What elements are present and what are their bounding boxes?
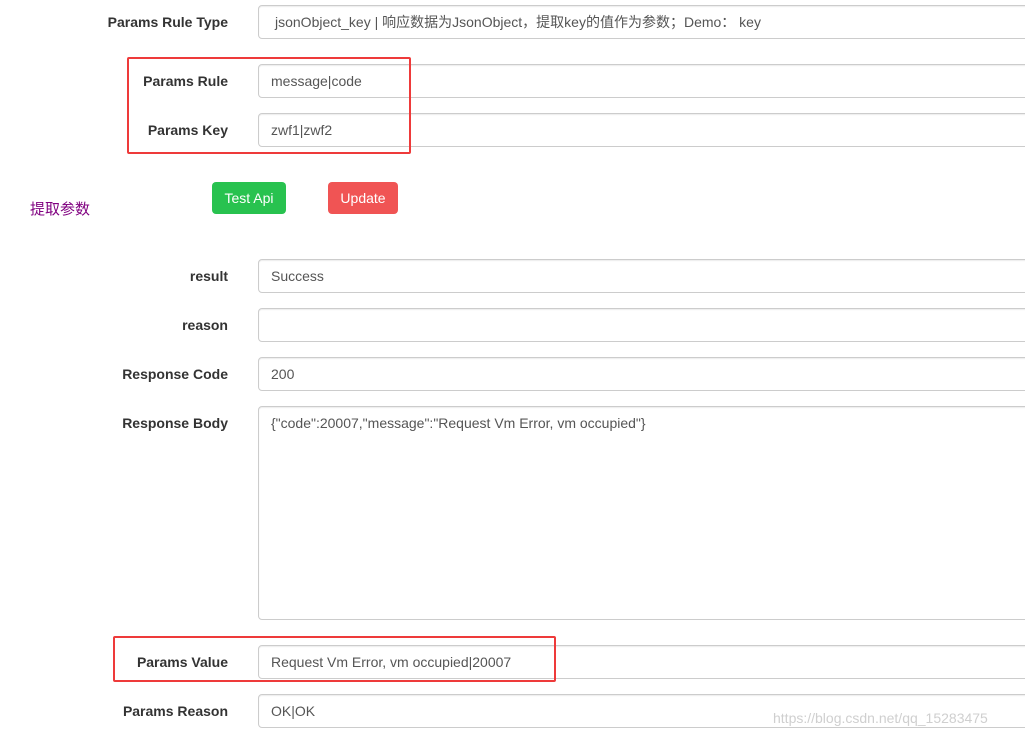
response-code-input[interactable]: 200 [258, 357, 1025, 391]
params-rule-row: Params Rule message|code [0, 64, 1025, 98]
params-key-label: Params Key [147, 122, 228, 138]
result-row: result Success [0, 259, 1025, 293]
params-rule-type-label: Params Rule Type [107, 14, 228, 30]
reason-label: reason [182, 317, 228, 333]
reason-row: reason [0, 308, 1025, 342]
params-key-input[interactable]: zwf1|zwf2 [258, 113, 1025, 147]
params-rule-type-row: Params Rule Type jsonObject_key | 响应数据为J… [0, 5, 1025, 39]
result-label: result [189, 268, 228, 284]
extract-params-note: 提取参数 [30, 200, 91, 218]
params-value-label: Params Value [136, 654, 228, 670]
params-rule-type-select[interactable]: jsonObject_key | 响应数据为JsonObject，提取key的值… [258, 5, 1025, 39]
params-key-row: Params Key zwf1|zwf2 [0, 113, 1025, 147]
params-rule-label: Params Rule [143, 73, 228, 89]
response-code-row: Response Code 200 [0, 357, 1025, 391]
params-value-input[interactable]: Request Vm Error, vm occupied|20007 [258, 645, 1025, 679]
reason-input[interactable] [258, 308, 1025, 342]
params-rule-input[interactable]: message|code [258, 64, 1025, 98]
update-button[interactable]: Update [328, 182, 398, 214]
test-api-button[interactable]: Test Api [212, 182, 286, 214]
params-reason-label: Params Reason [122, 703, 228, 719]
params-value-row: Params Value Request Vm Error, vm occupi… [0, 645, 1025, 679]
csdn-watermark: https://blog.csdn.net/qq_15283475 [773, 710, 988, 726]
response-body-label: Response Body [122, 415, 228, 431]
response-code-label: Response Code [122, 366, 228, 382]
response-body-textarea[interactable]: {"code":20007,"message":"Request Vm Erro… [258, 406, 1025, 620]
result-input[interactable]: Success [258, 259, 1025, 293]
